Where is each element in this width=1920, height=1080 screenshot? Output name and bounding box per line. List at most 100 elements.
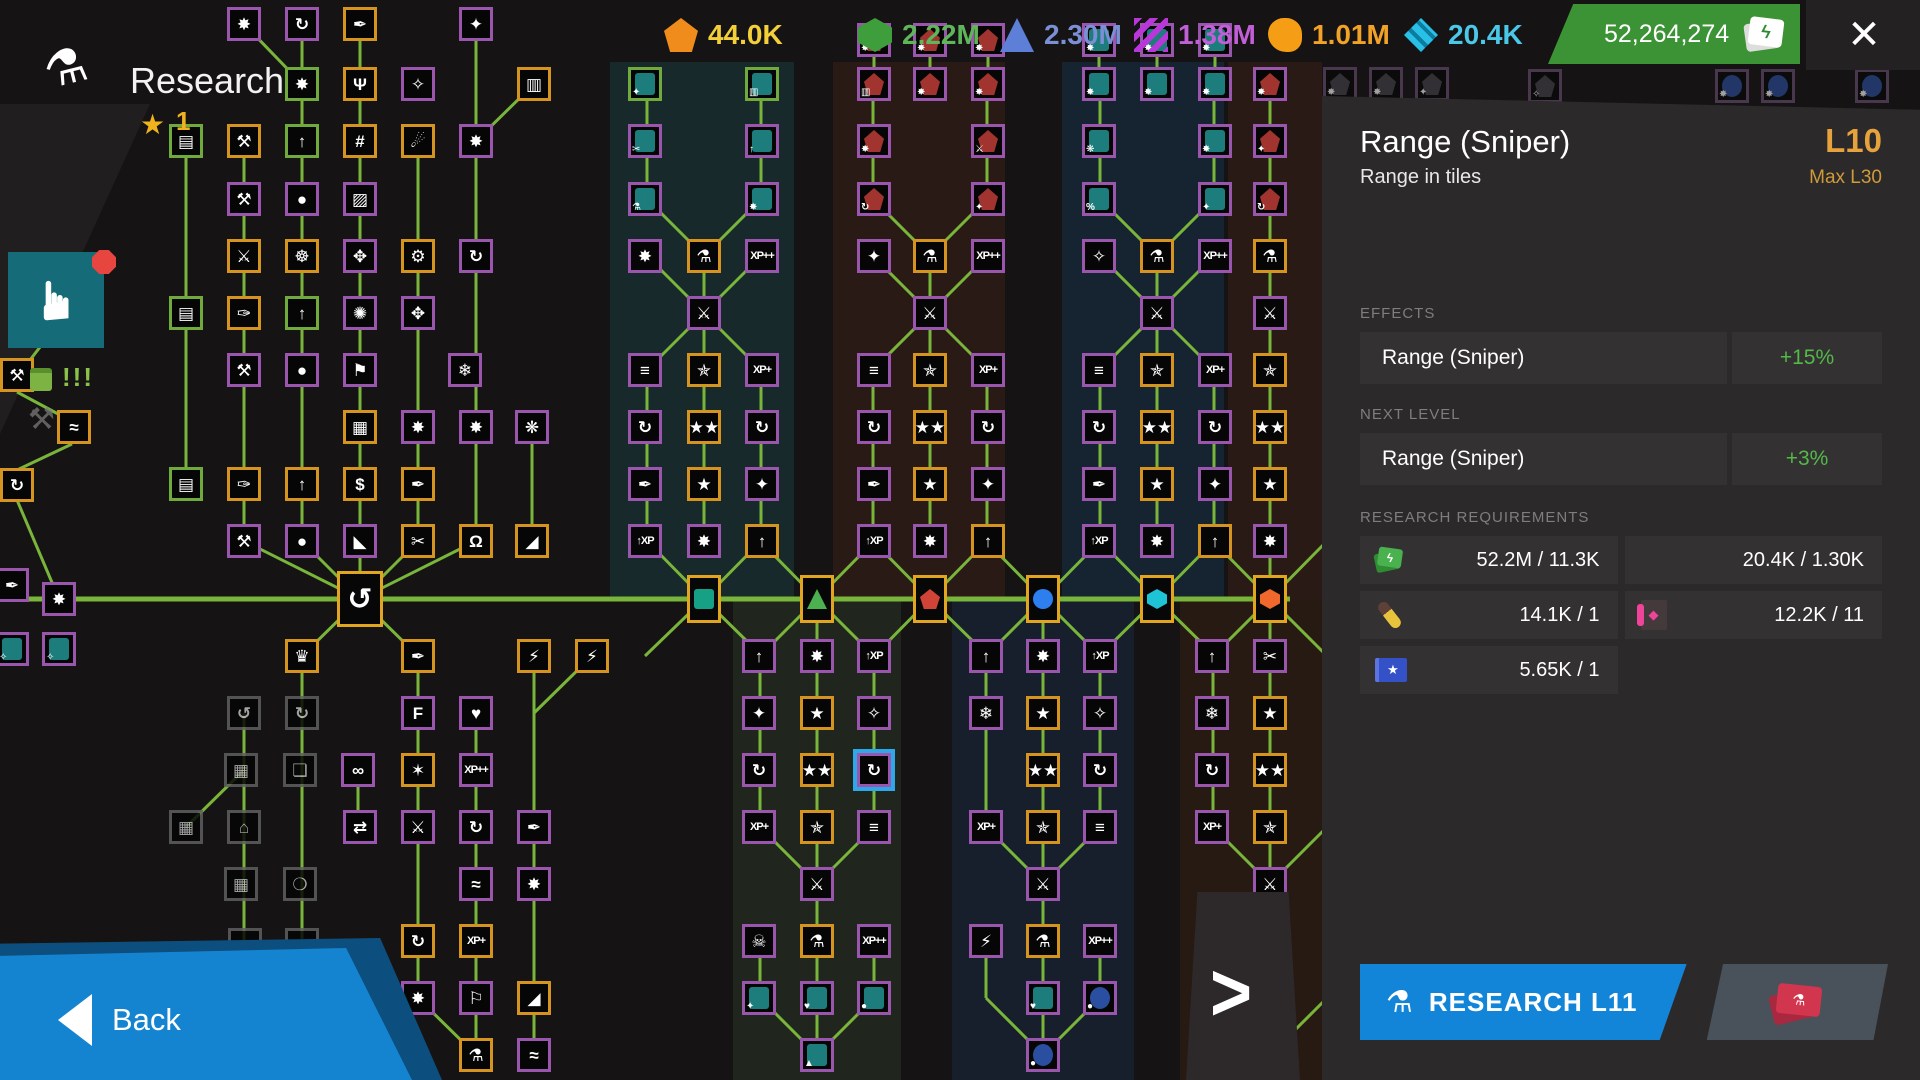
tree-node[interactable]: XP++ — [971, 239, 1005, 273]
tree-node[interactable]: ✸ — [517, 867, 551, 901]
milestone-pentagon[interactable] — [913, 575, 947, 623]
tree-node[interactable]: ❏ — [283, 753, 317, 787]
tree-node[interactable]: ✂ — [401, 524, 435, 558]
tree-node[interactable]: ❋ — [1082, 124, 1116, 158]
tree-node[interactable]: ☠ — [742, 924, 776, 958]
tree-node[interactable]: ⚒ — [0, 358, 34, 392]
tree-node[interactable]: XP+ — [742, 810, 776, 844]
tree-node[interactable]: XP++ — [745, 239, 779, 273]
tree-node[interactable]: ✸ — [1715, 69, 1749, 103]
tree-node[interactable]: ✸ — [800, 639, 834, 673]
tree-node[interactable]: ↑ — [745, 524, 779, 558]
tree-node[interactable]: ✯ — [1253, 810, 1287, 844]
tree-node[interactable]: ✦ — [971, 467, 1005, 501]
tree-node[interactable]: ▦ — [224, 867, 258, 901]
tree-node[interactable]: ★ — [800, 696, 834, 730]
tree-node[interactable]: ♛ — [285, 639, 319, 673]
tree-node[interactable]: ★★ — [687, 410, 721, 444]
tree-node[interactable]: ✥ — [343, 239, 377, 273]
tree-node[interactable]: ⚔ — [227, 239, 261, 273]
milestone-fist-tile[interactable]: ☛ — [8, 252, 104, 348]
tree-node[interactable]: ↑XP — [1083, 639, 1117, 673]
tree-node[interactable]: XP+ — [459, 924, 493, 958]
tree-node[interactable]: ≈ — [459, 867, 493, 901]
tree-node[interactable]: ✧ — [42, 632, 76, 666]
tree-node[interactable]: ✸ — [913, 524, 947, 558]
tree-node[interactable]: ★★ — [1253, 753, 1287, 787]
tree-node[interactable]: ✦ — [1198, 182, 1232, 216]
tree-node[interactable]: ↻ — [857, 753, 891, 787]
tree-node[interactable]: ↻ — [1253, 182, 1287, 216]
tree-node[interactable]: ✸ — [401, 410, 435, 444]
tree-node[interactable]: ★ — [1140, 467, 1174, 501]
tree-node[interactable]: # — [343, 124, 377, 158]
tree-node[interactable]: ✯ — [913, 353, 947, 387]
tree-node[interactable]: ↑XP — [628, 524, 662, 558]
tree-node[interactable]: ⚔ — [913, 296, 947, 330]
tree-node[interactable]: ⚒ — [227, 353, 261, 387]
tree-node[interactable]: ≡ — [1082, 353, 1116, 387]
tree-node[interactable]: ⚗ — [1026, 924, 1060, 958]
tree-node[interactable]: ✧ — [0, 632, 29, 666]
tree-node[interactable]: ☸ — [285, 239, 319, 273]
tree-node[interactable]: ✑ — [227, 296, 261, 330]
milestone-hexagon[interactable] — [1140, 575, 1174, 623]
tree-node[interactable]: ↑ — [1198, 524, 1232, 558]
research-button[interactable]: ⚗ RESEARCH L11 — [1360, 964, 1697, 1040]
tree-node[interactable]: ⚔ — [687, 296, 721, 330]
tree-node[interactable]: ↻ — [285, 696, 319, 730]
tree-node[interactable]: ⚔ — [401, 810, 435, 844]
tree-node[interactable]: ↻ — [857, 182, 891, 216]
tree-node[interactable]: ✧ — [1083, 696, 1117, 730]
tree-node[interactable]: ↑ — [1195, 639, 1229, 673]
tree-node[interactable]: ↑ — [285, 296, 319, 330]
tree-node[interactable]: ≡ — [1083, 810, 1117, 844]
tree-node[interactable]: ✦ — [628, 67, 662, 101]
tree-node[interactable]: ▥ — [517, 67, 551, 101]
tree-node[interactable]: ● — [857, 981, 891, 1015]
tree-node[interactable]: ✸ — [1369, 67, 1403, 101]
tree-node[interactable]: ✒ — [401, 639, 435, 673]
tree-node[interactable]: ❋ — [515, 410, 549, 444]
tree-node[interactable]: ▦ — [224, 753, 258, 787]
tree-node[interactable]: XP+ — [1195, 810, 1229, 844]
tree-node[interactable]: ● — [285, 524, 319, 558]
tree-node[interactable]: ◢ — [517, 981, 551, 1015]
tree-node[interactable]: ★ — [913, 467, 947, 501]
tree-node[interactable]: ★★ — [1140, 410, 1174, 444]
tree-node[interactable]: ❄ — [969, 696, 1003, 730]
tree-node[interactable]: ✒ — [1082, 467, 1116, 501]
tree-node[interactable]: ↻ — [628, 410, 662, 444]
tree-node[interactable]: ↻ — [745, 410, 779, 444]
tree-node[interactable]: ✧ — [401, 67, 435, 101]
tree-node[interactable]: ✯ — [687, 353, 721, 387]
tree-node[interactable]: ✥ — [401, 296, 435, 330]
tree-node[interactable]: ● — [285, 182, 319, 216]
tree-node[interactable]: ⚗ — [459, 1038, 493, 1072]
tree-node[interactable]: ✂ — [1253, 639, 1287, 673]
tree-node[interactable]: ✦ — [857, 239, 891, 273]
tree-node[interactable]: F — [401, 696, 435, 730]
tree-node[interactable]: ↻ — [857, 410, 891, 444]
tree-node[interactable]: XP+ — [971, 353, 1005, 387]
tree-node[interactable]: ≡ — [857, 810, 891, 844]
tree-node[interactable]: ∞ — [341, 753, 375, 787]
milestone-circle[interactable] — [1026, 575, 1060, 623]
tree-node[interactable]: ★★ — [1253, 410, 1287, 444]
tree-node[interactable]: ✒ — [857, 467, 891, 501]
tree-node[interactable]: ✸ — [745, 182, 779, 216]
tree-node[interactable]: ↑ — [971, 524, 1005, 558]
tree-node[interactable]: ✸ — [1761, 69, 1795, 103]
tree-node[interactable]: ⚒ — [227, 182, 261, 216]
tree-node[interactable]: ● — [1083, 981, 1117, 1015]
tree-node[interactable]: ↻ — [1083, 753, 1117, 787]
tree-node[interactable]: ⚡ — [517, 639, 551, 673]
tree-node[interactable]: ⚗ — [628, 182, 662, 216]
tree-node[interactable]: XP+ — [969, 810, 1003, 844]
tree-node[interactable]: ≡ — [857, 353, 891, 387]
tree-node[interactable]: ✸ — [42, 582, 76, 616]
tree-node[interactable]: ✺ — [343, 296, 377, 330]
tree-node[interactable]: ✧ — [857, 696, 891, 730]
tree-node[interactable]: ● — [1026, 1038, 1060, 1072]
milestone-hexagon[interactable] — [1253, 575, 1287, 623]
